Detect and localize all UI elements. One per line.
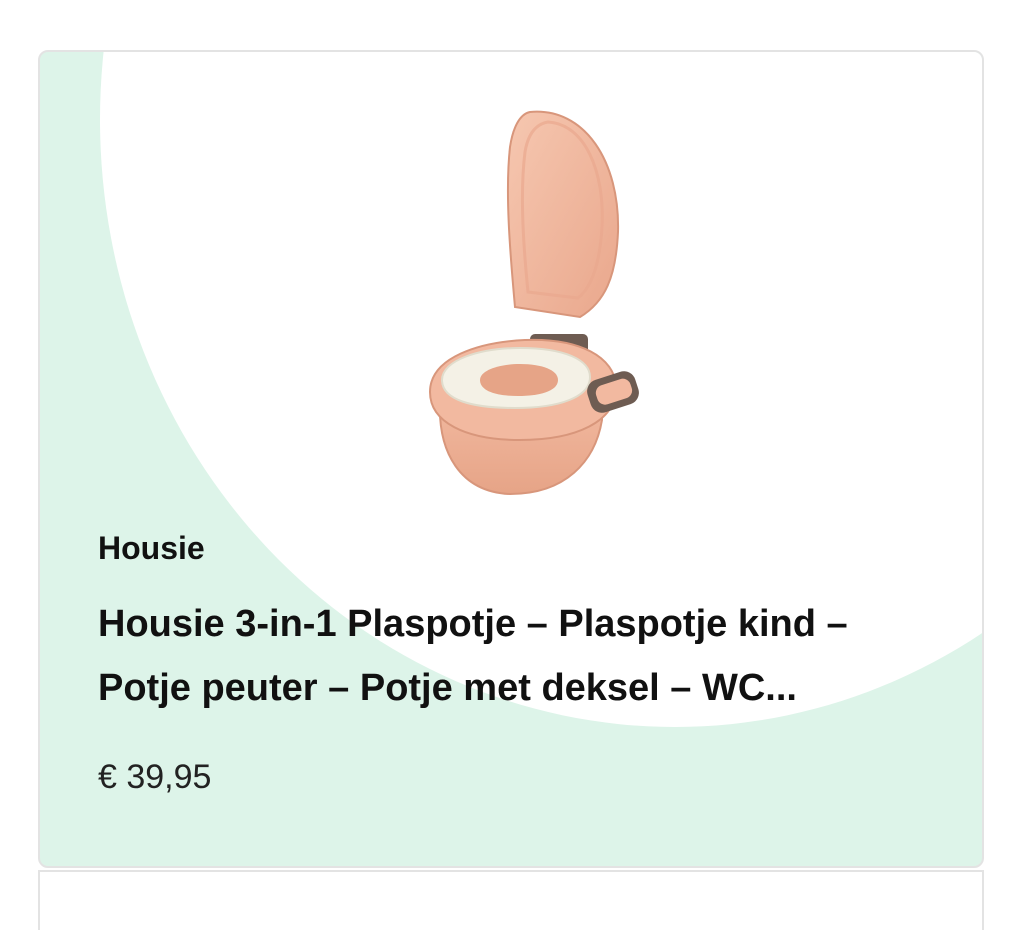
next-product-card[interactable] [38, 870, 984, 930]
product-card[interactable]: Housie Housie 3-in-1 Plaspotje – Plaspot… [38, 50, 984, 868]
potty-image[interactable] [380, 102, 640, 502]
brand-name: Housie [98, 530, 205, 566]
product-title[interactable]: Housie 3-in-1 Plaspotje – Plaspotje kind… [98, 592, 948, 720]
product-price: € 39,95 [98, 758, 212, 796]
